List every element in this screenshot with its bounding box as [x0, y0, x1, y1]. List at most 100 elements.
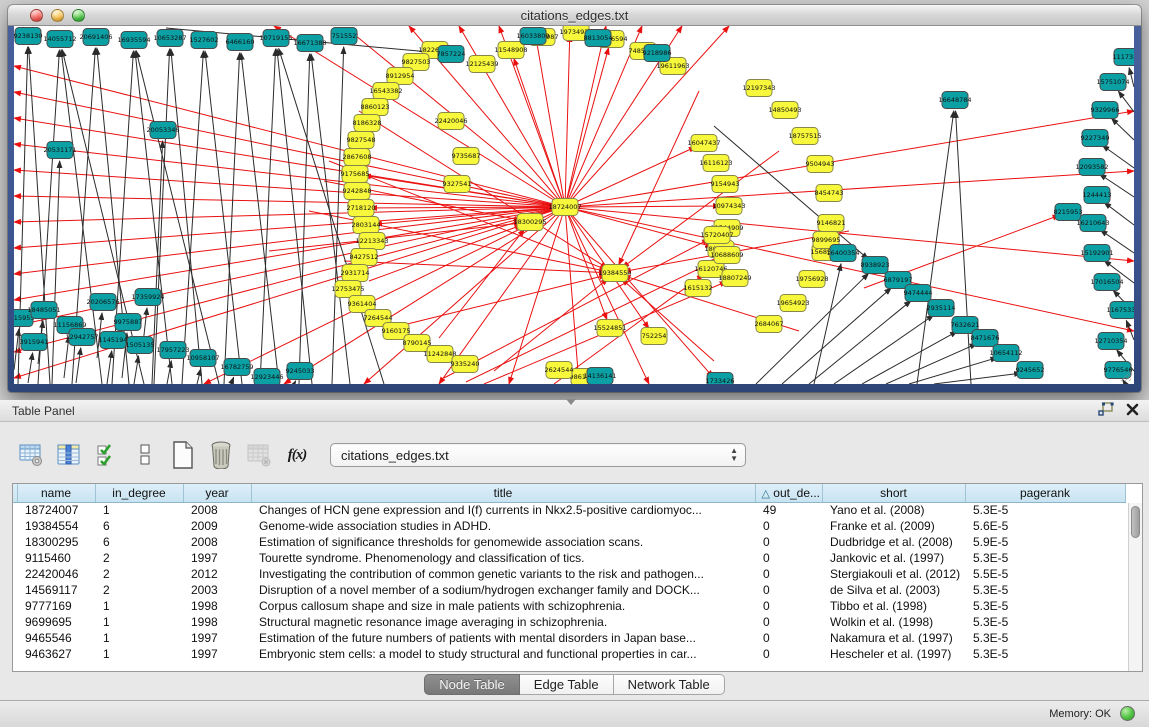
edge[interactable]: [1118, 91, 1134, 112]
graph-node[interactable]: 1117350: [1113, 49, 1134, 66]
graph-node[interactable]: 18300295: [513, 214, 546, 231]
graph-node[interactable]: 3915941: [20, 334, 49, 351]
table-row[interactable]: 1456911722003Disruption of a novel membe…: [13, 582, 1125, 598]
table-cell[interactable]: 2003: [183, 582, 251, 598]
table-cell[interactable]: 5.9E-5: [965, 534, 1125, 550]
edge[interactable]: [809, 301, 911, 384]
edge[interactable]: [294, 381, 296, 384]
edge[interactable]: [1129, 68, 1134, 87]
graph-node[interactable]: 10719155: [259, 30, 292, 47]
graph-node[interactable]: 8860123: [361, 99, 390, 116]
show-columns-button[interactable]: [56, 442, 82, 468]
table-cell[interactable]: 2: [95, 566, 183, 582]
graph-node[interactable]: 2803144: [352, 217, 381, 234]
graph-node[interactable]: 12753475: [331, 281, 364, 298]
graph-node[interactable]: 18724007: [548, 199, 581, 216]
table-cell[interactable]: 2: [95, 582, 183, 598]
graph-node[interactable]: 9227349: [1081, 130, 1110, 147]
graph-node[interactable]: 9335240: [451, 356, 480, 373]
column-header-out_de[interactable]: △ out_de...: [755, 484, 822, 502]
graph-node[interactable]: 1505135: [126, 337, 155, 354]
column-header-pagerank[interactable]: pagerank: [965, 484, 1125, 502]
table-row[interactable]: 946362711997Embryonic stem cells: a mode…: [13, 646, 1125, 662]
table-row[interactable]: 2242004622012Investigating the contribut…: [13, 566, 1125, 582]
graph-node[interactable]: 12125439: [465, 56, 498, 73]
table-cell[interactable]: 0: [755, 550, 822, 566]
table-cell[interactable]: 9115460: [17, 550, 95, 566]
table-cell[interactable]: 2009: [183, 518, 251, 534]
table-cell[interactable]: 1997: [183, 550, 251, 566]
graph-node[interactable]: 14850493: [768, 102, 801, 119]
graph-node[interactable]: 8813054: [584, 30, 613, 47]
table-select-combobox[interactable]: citations_edges.txt ▲▼: [330, 443, 746, 467]
graph-node[interactable]: 15192901: [1080, 245, 1113, 262]
table-cell[interactable]: 0: [755, 534, 822, 550]
table-cell[interactable]: Estimation of the future numbers of pati…: [251, 630, 755, 646]
edge[interactable]: [134, 356, 139, 384]
edge[interactable]: [622, 151, 779, 268]
column-header-name[interactable]: name: [17, 484, 95, 502]
panel-collapse-handle[interactable]: [566, 399, 576, 405]
table-cell[interactable]: 5.3E-5: [965, 630, 1125, 646]
column-header-short[interactable]: short: [822, 484, 965, 502]
graph-node[interactable]: 16033809: [516, 28, 549, 45]
edge[interactable]: [1111, 118, 1134, 140]
table-cell[interactable]: 18724007: [17, 502, 95, 518]
table-cell[interactable]: 5.3E-5: [965, 582, 1125, 598]
edge[interactable]: [466, 259, 719, 382]
graph-node[interactable]: 9238130: [14, 28, 42, 45]
table-row[interactable]: 969969511998Structural magnetic resonanc…: [13, 614, 1125, 630]
graph-node[interactable]: 15751074: [1096, 74, 1129, 91]
graph-node[interactable]: 9242848: [343, 183, 372, 200]
graph-node[interactable]: 17359924: [131, 289, 164, 306]
float-panel-icon[interactable]: [1098, 402, 1114, 417]
graph-node[interactable]: 6466160: [226, 34, 255, 51]
edge[interactable]: [399, 275, 606, 326]
graph-node[interactable]: 19384554: [598, 265, 631, 282]
table-cell[interactable]: 5.6E-5: [965, 518, 1125, 534]
row-height-button[interactable]: [132, 442, 158, 468]
graph-node[interactable]: 9504943: [806, 156, 835, 173]
graph-node[interactable]: 9218986: [643, 45, 672, 62]
edge[interactable]: [52, 161, 60, 384]
table-cell[interactable]: Estimation of significance thresholds fo…: [251, 534, 755, 550]
close-panel-icon[interactable]: [1126, 403, 1139, 416]
edge[interactable]: [439, 229, 524, 338]
table-cell[interactable]: 5.3E-5: [965, 646, 1125, 662]
graph-node[interactable]: 20053346: [146, 122, 179, 139]
graph-node[interactable]: 752254: [641, 328, 667, 345]
graph-node[interactable]: 1733426: [706, 373, 735, 385]
graph-node[interactable]: 751552: [331, 28, 357, 45]
edge[interactable]: [14, 207, 565, 378]
graph-node[interactable]: 16116123: [699, 155, 732, 172]
graph-node[interactable]: 10974343: [712, 198, 745, 215]
table-cell[interactable]: 22420046: [17, 566, 95, 582]
table-cell[interactable]: 1997: [183, 630, 251, 646]
table-cell[interactable]: 19384554: [17, 518, 95, 534]
table-row[interactable]: 1872400712008Changes of HCN gene express…: [13, 502, 1125, 518]
graph-node[interactable]: 10688609: [710, 247, 743, 264]
table-row[interactable]: 946554611997Estimation of the future num…: [13, 630, 1125, 646]
edge[interactable]: [136, 51, 219, 384]
graph-node[interactable]: 9154943: [711, 176, 740, 193]
edge[interactable]: [565, 207, 578, 375]
table-cell[interactable]: 5.3E-5: [965, 598, 1125, 614]
table-cell[interactable]: 1998: [183, 614, 251, 630]
edge[interactable]: [14, 207, 565, 274]
graph-node[interactable]: 8912954: [386, 68, 415, 85]
graph-node[interactable]: 1527602: [190, 32, 219, 49]
graph-node[interactable]: 2931714: [341, 265, 370, 282]
table-cell[interactable]: Structural magnetic resonance image aver…: [251, 614, 755, 630]
edge[interactable]: [934, 373, 1021, 384]
edge[interactable]: [64, 336, 69, 378]
graph-node[interactable]: 12093582: [1075, 159, 1108, 176]
table-cell[interactable]: 0: [755, 518, 822, 534]
edge[interactable]: [311, 54, 350, 384]
graph-node[interactable]: 9146821: [817, 215, 846, 232]
graph-node[interactable]: 18807249: [718, 270, 751, 287]
table-cell[interactable]: Stergiakouli et al. (2012): [822, 566, 965, 582]
graph-node[interactable]: 16671388: [293, 35, 326, 52]
graph-node[interactable]: 18485051: [27, 302, 60, 319]
tab-edge-table[interactable]: Edge Table: [520, 674, 614, 695]
table-cell[interactable]: 1: [95, 646, 183, 662]
